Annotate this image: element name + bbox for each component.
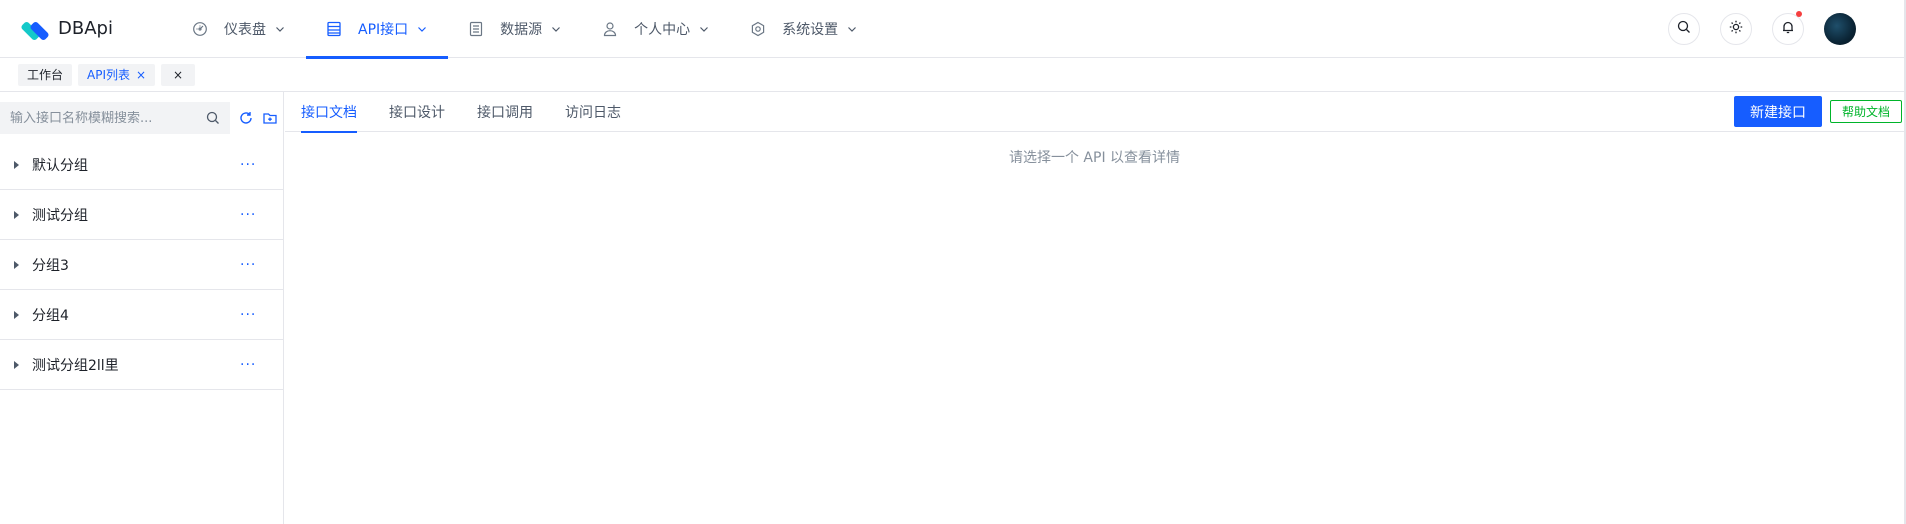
notification-button[interactable] bbox=[1772, 11, 1804, 45]
main-panel: 接口文档 接口设计 接口调用 访问日志 新建接口 帮助文档 请选择一个 API … bbox=[285, 92, 1904, 524]
search-icon[interactable] bbox=[206, 111, 220, 125]
group-label: 分组4 bbox=[32, 307, 69, 324]
caret-right-icon[interactable] bbox=[14, 310, 19, 319]
bell-icon bbox=[1781, 20, 1795, 38]
nav-item-settings[interactable]: 系统设置 bbox=[730, 0, 878, 58]
top-navbar: DBApi 仪表盘 API接口 数据源 个人中心 系统设置 bbox=[0, 0, 1906, 59]
refresh-icon[interactable] bbox=[238, 110, 254, 126]
logo-icon bbox=[20, 18, 50, 41]
group-label: 分组3 bbox=[32, 257, 69, 274]
dashboard-icon bbox=[192, 21, 208, 37]
main-tabs: 接口文档 接口设计 接口调用 访问日志 新建接口 帮助文档 bbox=[285, 92, 1904, 133]
chevron-down-icon bbox=[846, 23, 858, 35]
tag-api-list[interactable]: API列表 × bbox=[78, 63, 156, 86]
tag-label: 工作台 bbox=[27, 68, 64, 82]
avatar[interactable] bbox=[1824, 13, 1856, 45]
theme-sun-icon bbox=[1729, 20, 1743, 38]
datasource-icon bbox=[468, 21, 484, 37]
chevron-down-icon bbox=[274, 23, 286, 35]
header-actions bbox=[1648, 0, 1856, 58]
tab-api-design[interactable]: 接口设计 bbox=[389, 92, 445, 132]
tab-api-call[interactable]: 接口调用 bbox=[477, 92, 533, 132]
new-api-button[interactable]: 新建接口 bbox=[1734, 96, 1822, 127]
table-icon bbox=[326, 21, 342, 37]
api-search-box bbox=[0, 102, 230, 134]
tab-access-log[interactable]: 访问日志 bbox=[565, 92, 621, 132]
api-group-tree: 默认分组 ··· 测试分组 ··· 分组3 ··· 分组4 ··· 测试分组2l… bbox=[0, 140, 283, 390]
nav-label-dashboard: 仪表盘 bbox=[224, 21, 266, 38]
more-icon[interactable]: ··· bbox=[240, 307, 256, 323]
search-icon bbox=[1677, 20, 1691, 38]
help-docs-button[interactable]: 帮助文档 bbox=[1830, 100, 1902, 123]
caret-right-icon[interactable] bbox=[14, 360, 19, 369]
notification-dot bbox=[1796, 11, 1802, 17]
chevron-down-icon bbox=[550, 23, 562, 35]
tab-tags-bar: 工作台 API列表 × × bbox=[0, 58, 1904, 92]
tree-group-item[interactable]: 测试分组2ll里 ··· bbox=[0, 340, 283, 390]
tree-group-item[interactable]: 分组4 ··· bbox=[0, 290, 283, 340]
more-icon[interactable]: ··· bbox=[240, 257, 256, 273]
tag-label: API列表 bbox=[87, 68, 131, 82]
more-icon[interactable]: ··· bbox=[240, 207, 256, 223]
tree-group-item[interactable]: 默认分组 ··· bbox=[0, 140, 283, 190]
user-icon bbox=[602, 21, 618, 37]
more-icon[interactable]: ··· bbox=[240, 357, 256, 373]
nav-item-dashboard[interactable]: 仪表盘 bbox=[172, 0, 306, 58]
nav-label-settings: 系统设置 bbox=[782, 21, 839, 38]
nav-item-api[interactable]: API接口 bbox=[306, 0, 449, 59]
close-icon: × bbox=[173, 67, 184, 82]
empty-state-text: 请选择一个 API 以查看详情 bbox=[1008, 150, 1181, 166]
nav-item-profile[interactable]: 个人中心 bbox=[582, 0, 730, 58]
add-folder-icon[interactable] bbox=[262, 110, 278, 126]
tab-api-docs[interactable]: 接口文档 bbox=[301, 92, 357, 133]
more-icon[interactable]: ··· bbox=[240, 157, 256, 173]
caret-right-icon[interactable] bbox=[14, 160, 19, 169]
group-label: 测试分组2ll里 bbox=[32, 357, 119, 374]
caret-right-icon[interactable] bbox=[14, 260, 19, 269]
api-search-input[interactable] bbox=[10, 110, 200, 126]
close-all-tags-button[interactable]: × bbox=[161, 63, 196, 86]
close-icon[interactable]: × bbox=[136, 68, 146, 82]
main-nav: 仪表盘 API接口 数据源 个人中心 系统设置 bbox=[172, 0, 878, 59]
tree-group-item[interactable]: 测试分组 ··· bbox=[0, 190, 283, 240]
search-button[interactable] bbox=[1668, 13, 1700, 45]
chevron-down-icon bbox=[698, 23, 710, 35]
app-name: DBApi bbox=[58, 18, 113, 39]
api-group-sidebar: 默认分组 ··· 测试分组 ··· 分组3 ··· 分组4 ··· 测试分组2l… bbox=[0, 92, 284, 524]
tree-group-item[interactable]: 分组3 ··· bbox=[0, 240, 283, 290]
nav-label-datasource: 数据源 bbox=[500, 21, 543, 38]
group-label: 默认分组 bbox=[32, 157, 88, 174]
nav-item-datasource[interactable]: 数据源 bbox=[448, 0, 582, 58]
gear-icon bbox=[750, 21, 766, 37]
app-logo[interactable]: DBApi bbox=[20, 18, 142, 41]
chevron-down-icon bbox=[416, 23, 428, 35]
theme-toggle-button[interactable] bbox=[1720, 13, 1752, 45]
tag-workbench[interactable]: 工作台 bbox=[18, 63, 73, 86]
group-label: 测试分组 bbox=[32, 207, 88, 224]
caret-right-icon[interactable] bbox=[14, 210, 19, 219]
sidebar-search-row bbox=[0, 92, 283, 134]
nav-label-profile: 个人中心 bbox=[634, 21, 691, 38]
nav-label-api: API接口 bbox=[358, 21, 409, 38]
